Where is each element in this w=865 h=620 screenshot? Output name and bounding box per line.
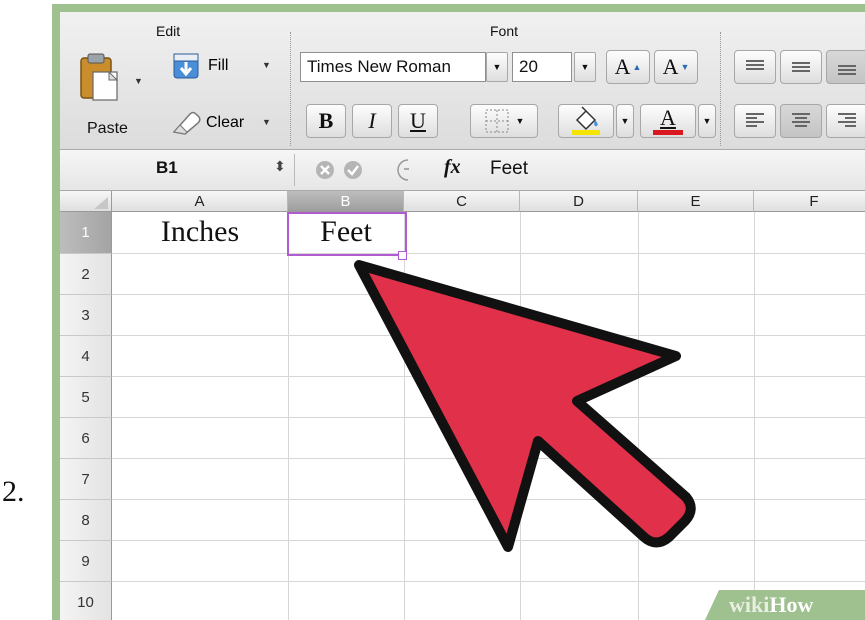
fill-dropdown-arrow[interactable]: ▼: [262, 60, 271, 70]
fill-color-button[interactable]: [558, 104, 614, 138]
name-box-stepper[interactable]: ⬍: [274, 158, 286, 175]
fill-label: Fill: [208, 57, 229, 74]
font-size-dropdown[interactable]: ▼: [574, 52, 596, 82]
eraser-icon: [172, 111, 201, 135]
paint-bucket-icon: [572, 106, 600, 135]
watermark-text-wiki: wiki: [729, 592, 770, 617]
triangle-down-icon: ▼: [680, 62, 690, 72]
align-right-button[interactable]: [826, 104, 865, 138]
clipboard-icon: [80, 53, 119, 101]
font-group-title: Font: [490, 23, 519, 39]
font-color-swatch: [653, 130, 683, 135]
align-middle-icon: [792, 62, 810, 72]
borders-icon: [485, 109, 509, 133]
align-bottom-icon: [838, 65, 856, 75]
formula-input[interactable]: Feet: [490, 158, 528, 180]
triangle-up-icon: ▲: [632, 62, 642, 72]
italic-button[interactable]: I: [352, 104, 392, 138]
edit-group-title: Edit: [156, 23, 181, 39]
align-left-button[interactable]: [734, 104, 776, 138]
paste-button[interactable]: ▼ Paste: [70, 48, 143, 144]
function-icon[interactable]: fx: [444, 156, 461, 179]
fill-down-icon: [173, 53, 199, 79]
font-color-dropdown[interactable]: ▼: [698, 104, 716, 138]
red-arrow-icon: [354, 260, 696, 552]
shrink-font-button[interactable]: A ▼: [654, 50, 698, 84]
shrink-font-letter: A: [662, 54, 679, 79]
excel-window: Edit Font ▼ Paste Fill ▼ Clear ▼ Times N…: [60, 12, 865, 620]
borders-dropdown-arrow[interactable]: ▼: [516, 116, 525, 126]
fill-button[interactable]: Fill ▼: [172, 52, 278, 82]
font-size-field[interactable]: 20: [512, 52, 572, 82]
name-box[interactable]: B1: [156, 158, 178, 178]
bold-button[interactable]: B: [306, 104, 346, 138]
font-name-dropdown[interactable]: ▼: [486, 52, 508, 82]
screenshot-frame: Edit Font ▼ Paste Fill ▼ Clear ▼ Times N…: [52, 4, 865, 620]
watermark-text-how: How: [769, 592, 814, 617]
grow-font-letter: A: [614, 54, 631, 79]
group-separator: [720, 32, 721, 146]
formula-divider: [294, 154, 295, 186]
font-name-field[interactable]: Times New Roman: [300, 52, 486, 82]
underline-button[interactable]: U: [398, 104, 438, 138]
borders-button[interactable]: ▼: [470, 104, 538, 138]
clear-label: Clear: [206, 114, 245, 131]
align-top-icon: [746, 60, 764, 70]
font-color-letter: A: [660, 105, 676, 130]
clear-dropdown-arrow[interactable]: ▼: [262, 117, 271, 127]
clear-button[interactable]: Clear ▼: [168, 108, 280, 138]
align-top-button[interactable]: [734, 50, 776, 84]
cancel-icon[interactable]: [314, 159, 336, 181]
grow-font-button[interactable]: A ▲: [606, 50, 650, 84]
spreadsheet-grid: A B C D E F 1 2 3 4 5 6 7 8 9 10 Inches …: [60, 191, 865, 620]
wikihow-watermark: wikiHow: [705, 588, 865, 620]
align-center-icon: [792, 113, 810, 127]
step-number: 2.: [2, 475, 25, 508]
group-separator: [290, 32, 291, 146]
align-right-icon: [838, 113, 856, 127]
ribbon: Edit Font ▼ Paste Fill ▼ Clear ▼ Times N…: [60, 12, 865, 150]
font-color-button[interactable]: A: [640, 104, 696, 138]
fill-color-dropdown[interactable]: ▼: [616, 104, 634, 138]
align-bottom-button[interactable]: [826, 50, 865, 84]
paste-label: Paste: [87, 120, 128, 137]
align-left-icon: [746, 113, 764, 127]
enter-check-icon[interactable]: [342, 159, 364, 181]
align-center-button[interactable]: [780, 104, 822, 138]
align-middle-button[interactable]: [780, 50, 822, 84]
paste-dropdown-arrow[interactable]: ▼: [134, 76, 143, 86]
formula-bar: B1 ⬍ fx Feet: [60, 150, 865, 191]
formula-builder-icon[interactable]: [394, 157, 420, 183]
